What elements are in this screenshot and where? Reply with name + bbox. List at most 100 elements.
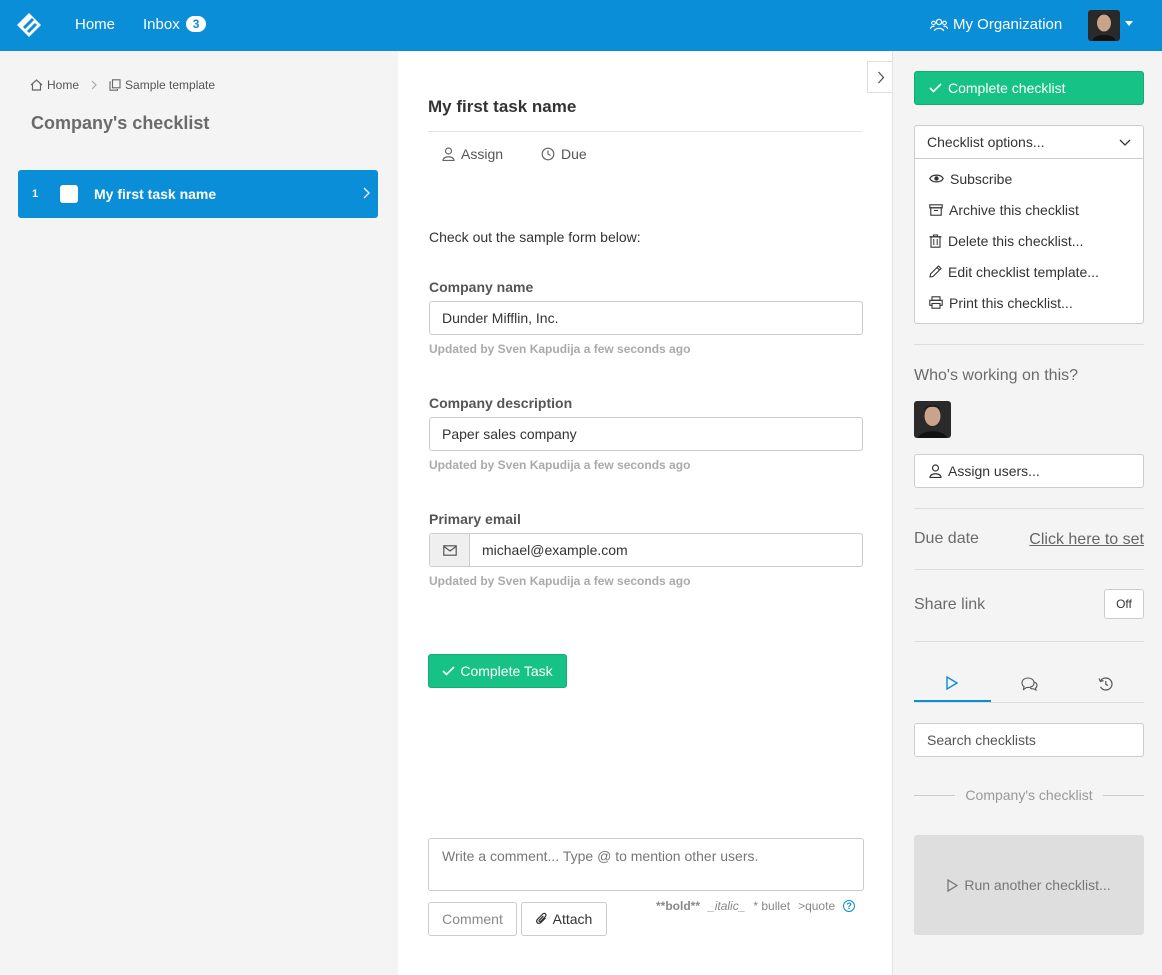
task-list-item[interactable]: 1 My first task name — [18, 170, 378, 218]
share-link-label: Share link — [914, 596, 986, 613]
assigned-user-avatar[interactable] — [914, 401, 951, 438]
nav-inbox-label: Inbox — [143, 16, 180, 33]
users-icon — [930, 18, 948, 31]
paperclip-icon — [535, 912, 547, 925]
breadcrumb-template-label: Sample template — [125, 78, 216, 92]
breadcrumb-home[interactable]: Home — [30, 78, 79, 92]
task-title: My first task name — [428, 97, 577, 116]
play-icon — [947, 878, 959, 892]
edit-template-menu-item[interactable]: Edit checklist template... — [915, 256, 1143, 287]
organization-menu[interactable]: My Organization — [930, 16, 1062, 33]
eye-icon — [929, 174, 944, 183]
md-bold-hint: **bold** — [656, 899, 701, 913]
checklist-options-dropdown: Checklist options... Subscribe Archive t… — [914, 125, 1144, 324]
assign-users-button[interactable]: Assign users... — [914, 454, 1144, 488]
user-menu-chevron-down-icon[interactable] — [1125, 21, 1133, 26]
top-navigation-bar: Home Inbox 3 My Organization — [0, 0, 1162, 51]
section-divider — [914, 569, 1144, 570]
nav-inbox-link[interactable]: Inbox 3 — [143, 16, 207, 33]
run-another-checklist-button[interactable]: Run another checklist... — [914, 835, 1144, 935]
breadcrumb-chevron-right-icon — [91, 80, 97, 90]
chevron-right-icon — [363, 187, 370, 199]
chevron-down-icon — [1119, 139, 1131, 146]
checklist-actions-sidebar: Complete checklist Checklist options... … — [892, 51, 1162, 975]
print-menu-item[interactable]: Print this checklist... — [915, 287, 1143, 318]
section-divider — [914, 508, 1144, 509]
checklist-title: Company's checklist — [31, 113, 210, 133]
check-icon — [929, 83, 942, 93]
search-checklists-input[interactable]: Search checklists — [914, 723, 1144, 757]
md-bullet-hint: * bullet — [753, 899, 791, 913]
company-name-input[interactable]: Dunder Mifflin, Inc. — [429, 301, 863, 335]
task-detail-panel: My first task name Assign Due Check out … — [398, 51, 892, 975]
assign-label: Assign — [461, 146, 504, 162]
markdown-hints: **bold** _italic_ * bullet >quote ? — [656, 899, 856, 913]
attach-label: Attach — [552, 911, 593, 927]
task-description: Check out the sample form below: — [429, 229, 641, 245]
task-label: My first task name — [94, 186, 217, 202]
attach-button[interactable]: Attach — [521, 902, 607, 936]
title-divider — [428, 131, 862, 132]
subscribe-menu-item[interactable]: Subscribe — [915, 163, 1143, 194]
due-date-label: Due date — [914, 530, 979, 547]
archive-label: Archive this checklist — [949, 201, 1079, 218]
check-icon — [442, 666, 455, 676]
tab-run[interactable] — [914, 665, 991, 702]
nav-home-link[interactable]: Home — [75, 16, 115, 33]
primary-email-input[interactable]: michael@example.com — [429, 533, 863, 567]
share-link-toggle[interactable]: Off — [1104, 589, 1144, 619]
subscribe-label: Subscribe — [950, 170, 1013, 187]
checklist-options-toggle[interactable]: Checklist options... — [915, 126, 1143, 159]
comments-icon — [1020, 676, 1038, 691]
checklist-sidebar: Home Sample template Company's checklist… — [0, 51, 398, 975]
checklist-group-divider: Company's checklist — [914, 787, 1145, 803]
md-quote-hint: >quote — [798, 899, 836, 913]
company-description-updated: Updated by Sven Kapudija a few seconds a… — [429, 458, 691, 472]
section-divider — [914, 344, 1144, 345]
company-description-label: Company description — [429, 395, 573, 411]
comment-button[interactable]: Comment — [428, 902, 517, 936]
breadcrumb-template[interactable]: Sample template — [109, 78, 215, 92]
checklist-group-label: Company's checklist — [965, 787, 1093, 803]
checklist-options-label: Checklist options... — [927, 134, 1045, 150]
due-button[interactable]: Due — [541, 146, 587, 162]
task-checkbox[interactable] — [60, 185, 78, 203]
task-number: 1 — [32, 188, 39, 200]
breadcrumb-home-label: Home — [47, 78, 80, 92]
comment-input[interactable]: Write a comment... Type @ to mention oth… — [428, 838, 864, 891]
tab-history[interactable] — [1067, 665, 1144, 702]
company-name-updated: Updated by Sven Kapudija a few seconds a… — [429, 342, 691, 356]
archive-menu-item[interactable]: Archive this checklist — [915, 194, 1143, 225]
who-working-title: Who's working on this? — [914, 367, 1079, 384]
delete-menu-item[interactable]: Delete this checklist... — [915, 225, 1143, 256]
collapse-sidebar-button[interactable] — [867, 61, 894, 93]
user-icon — [442, 147, 455, 161]
due-label: Due — [561, 146, 587, 162]
activity-tabs — [914, 665, 1144, 703]
primary-email-updated: Updated by Sven Kapudija a few seconds a… — [429, 574, 691, 588]
app-logo-icon[interactable] — [16, 12, 42, 38]
print-label: Print this checklist... — [949, 294, 1073, 311]
md-italic-hint: _italic_ — [708, 899, 746, 913]
assign-users-label: Assign users... — [948, 463, 1040, 479]
envelope-icon — [430, 534, 470, 566]
complete-checklist-button[interactable]: Complete checklist — [914, 71, 1144, 105]
tab-comments[interactable] — [991, 665, 1068, 702]
history-icon — [1098, 676, 1113, 691]
run-another-label: Run another checklist... — [964, 877, 1111, 893]
set-due-date-link[interactable]: Click here to set — [1029, 531, 1144, 549]
help-icon[interactable]: ? — [843, 900, 856, 912]
complete-task-button[interactable]: Complete Task — [428, 654, 567, 688]
assign-button[interactable]: Assign — [442, 146, 503, 162]
home-icon — [30, 79, 43, 91]
breadcrumb: Home Sample template — [30, 78, 215, 92]
user-icon — [929, 464, 942, 478]
primary-email-label: Primary email — [429, 511, 521, 527]
copy-icon — [109, 79, 121, 91]
archive-icon — [929, 203, 943, 216]
inbox-count-badge: 3 — [185, 16, 207, 32]
company-name-label: Company name — [429, 279, 534, 295]
pencil-icon — [929, 265, 942, 278]
company-description-input[interactable]: Paper sales company — [429, 417, 863, 451]
user-avatar[interactable] — [1088, 10, 1120, 41]
